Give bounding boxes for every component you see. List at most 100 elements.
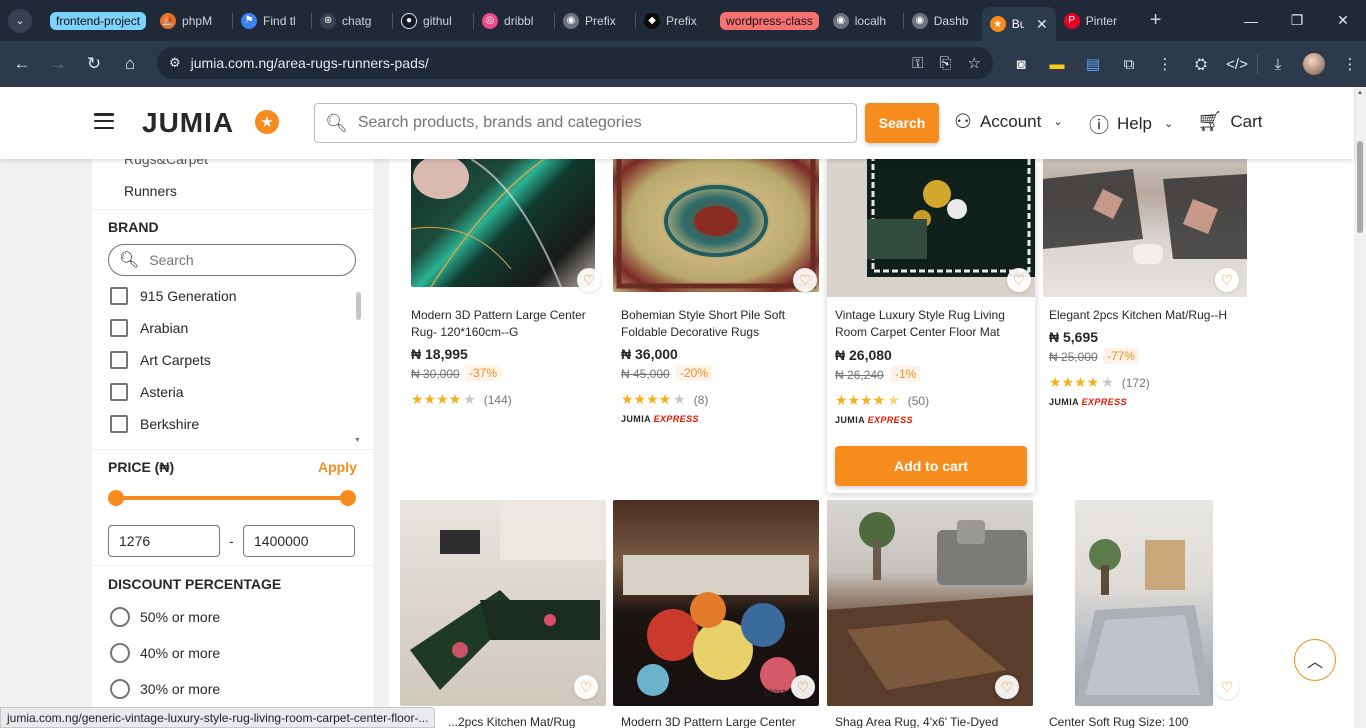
search-button[interactable]: Search (865, 103, 939, 143)
radio-button[interactable] (110, 679, 130, 699)
price-apply-button[interactable]: Apply (318, 459, 357, 475)
tab-search-icon[interactable]: ⌄ (8, 8, 32, 33)
browser-tab[interactable]: ⊛ chatg (312, 6, 392, 36)
close-tab-icon[interactable]: ✕ (1036, 16, 1048, 33)
discount-option[interactable]: 40% or more (110, 643, 220, 663)
favorite-heart-icon[interactable]: ♡ (791, 675, 815, 699)
favorite-heart-icon[interactable]: ♡ (1215, 675, 1239, 699)
brand-option[interactable]: Asteria (110, 383, 184, 401)
price-max-input[interactable]: 1400000 (243, 525, 355, 557)
search-input[interactable] (357, 114, 846, 132)
brand-search-input[interactable] (149, 252, 345, 268)
price-slider-max-handle[interactable] (340, 490, 356, 506)
help-menu[interactable]: ⓘ Help ⌄ (1089, 109, 1173, 138)
product-card[interactable]: ♡ Shag Area Rug, 4'x6' Tie-Dyed (821, 500, 1033, 728)
brand-option[interactable]: Art Carpets (110, 351, 211, 369)
product-name[interactable]: Bohemian Style Short Pile Soft Foldable … (621, 307, 807, 341)
product-card[interactable]: ♡ Modern 3D Pattern Large Center Rug- 12… (393, 159, 603, 479)
code-icon[interactable]: </> (1221, 48, 1253, 80)
discount-option[interactable]: 30% or more (110, 679, 220, 699)
avatar[interactable] (1298, 48, 1330, 80)
back-to-top-button[interactable]: ︿ (1294, 639, 1336, 681)
product-name[interactable]: Modern 3D Pattern Large Center (621, 714, 807, 728)
forward-icon[interactable]: → (40, 46, 76, 82)
checkbox[interactable] (110, 351, 128, 369)
product-name[interactable]: Center Soft Rug Size: 100 X200cm (1049, 714, 1235, 728)
browser-tab[interactable]: P Pinter (1056, 6, 1140, 36)
category-link[interactable]: Rugs&Carpet (124, 159, 208, 167)
add-to-cart-button[interactable]: Add to cart (835, 446, 1027, 486)
checkbox[interactable] (110, 415, 128, 433)
checkbox[interactable] (110, 319, 128, 337)
radio-button[interactable] (110, 643, 130, 663)
favorite-heart-icon[interactable]: ♡ (1215, 268, 1239, 292)
bookmark-star-icon[interactable]: ☆ (968, 54, 981, 72)
browser-tab-active[interactable]: ★ Bu ✕ (981, 7, 1056, 41)
browser-tab[interactable]: ◎ dribbl (474, 6, 554, 36)
product-image[interactable] (1075, 500, 1213, 706)
password-key-icon[interactable]: ⚿ (912, 55, 923, 72)
jumia-logo[interactable]: JUMIA (142, 107, 234, 139)
home-icon[interactable]: ⌂ (112, 46, 148, 82)
browser-tab[interactable]: ⚑ Find tl (233, 6, 311, 36)
product-image[interactable] (613, 159, 819, 292)
reload-icon[interactable]: ↻ (76, 46, 112, 82)
product-image[interactable] (400, 500, 606, 706)
product-search-box[interactable]: 🔍︎ (314, 103, 857, 143)
address-bar[interactable]: ⚙ jumia.com.ng/area-rugs-runners-pads/ ⚿… (157, 47, 993, 79)
browser-tab[interactable]: ◉ Dashb (904, 6, 982, 36)
price-slider-track[interactable] (116, 496, 348, 500)
tab-group-wordpress[interactable]: wordpress-class (720, 11, 819, 30)
product-card[interactable]: ♡ Center Soft Rug Size: 100 X200cm (1035, 500, 1245, 728)
brand-option[interactable]: 915 Generation (110, 287, 237, 305)
restore-icon[interactable]: ❐ (1274, 0, 1320, 41)
brand-option[interactable]: Berkshire (110, 415, 199, 433)
radio-button[interactable] (110, 607, 130, 627)
brand-search-box[interactable]: 🔍︎ (108, 244, 356, 276)
back-icon[interactable]: ← (4, 46, 40, 82)
cart-link[interactable]: 🛒︎ Cart (1197, 109, 1263, 134)
product-card[interactable]: ♡ Elegant 2pcs Kitchen Mat/Rug--H ₦ 5,69… (1035, 159, 1247, 479)
minimize-icon[interactable]: — (1228, 0, 1274, 41)
favorite-heart-icon[interactable]: ♡ (574, 675, 598, 699)
product-name[interactable]: Elegant 2pcs Kitchen Mat/Rug--H (1049, 307, 1235, 324)
price-slider-min-handle[interactable] (108, 490, 124, 506)
puzzle-extension-icon[interactable]: ⧉ (1113, 48, 1145, 80)
more-extension-icon[interactable]: ⋮ (1149, 48, 1181, 80)
checkbox[interactable] (110, 287, 128, 305)
browser-tab[interactable]: ● githul (393, 6, 473, 36)
chrome-menu-icon[interactable]: ⋮ (1334, 48, 1366, 80)
price-min-input[interactable]: 1276 (108, 525, 220, 557)
product-name[interactable]: Vintage Luxury Style Rug Living Room Car… (835, 307, 1021, 341)
category-link[interactable]: Runners (124, 183, 177, 199)
scroll-down-icon[interactable]: ▼ (354, 437, 361, 444)
page-scrollbar[interactable]: ▲ (1354, 87, 1366, 728)
favorite-heart-icon[interactable]: ♡ (793, 268, 817, 292)
scroll-up-icon[interactable]: ▲ (1357, 90, 1363, 96)
docs-extension-icon[interactable]: ▤ (1077, 48, 1109, 80)
product-image[interactable] (827, 159, 1035, 297)
browser-tab[interactable]: ◉ localh (825, 6, 903, 36)
download-icon[interactable]: ⤓ (1262, 48, 1294, 80)
camera-extension-icon[interactable]: ◙ (1005, 48, 1037, 80)
tab-group-frontend[interactable]: frontend-project (50, 11, 147, 30)
browser-tab[interactable]: ◉ Prefix (555, 6, 635, 36)
site-settings-icon[interactable]: ⚙ (169, 55, 181, 71)
favorite-heart-icon[interactable]: ♡ (995, 675, 1019, 699)
browser-tab[interactable]: ◆ Prefix (636, 6, 714, 36)
url-text[interactable]: jumia.com.ng/area-rugs-runners-pads/ (191, 55, 896, 71)
product-name[interactable]: Shag Area Rug, 4'x6' Tie-Dyed (835, 714, 1021, 728)
product-image[interactable]: 120*1 (613, 500, 819, 706)
discount-option[interactable]: 50% or more (110, 607, 220, 627)
install-app-icon[interactable]: ⎘ (940, 55, 952, 72)
brand-option[interactable]: Arabian (110, 319, 188, 337)
favorite-heart-icon[interactable]: ♡ (1007, 268, 1031, 292)
product-card[interactable]: ♡ ...2pcs Kitchen Mat/Rug (390, 500, 606, 728)
scrollbar-thumb[interactable] (1357, 141, 1363, 233)
account-menu[interactable]: ⚇ Account ⌄ (954, 109, 1063, 134)
product-image[interactable] (411, 159, 595, 287)
menu-icon[interactable] (94, 113, 114, 129)
extension-icon[interactable]: ▬ (1041, 48, 1073, 80)
incognito-icon[interactable]: ⛭ (1185, 48, 1217, 80)
product-name[interactable]: Modern 3D Pattern Large Center Rug- 120*… (411, 307, 597, 341)
